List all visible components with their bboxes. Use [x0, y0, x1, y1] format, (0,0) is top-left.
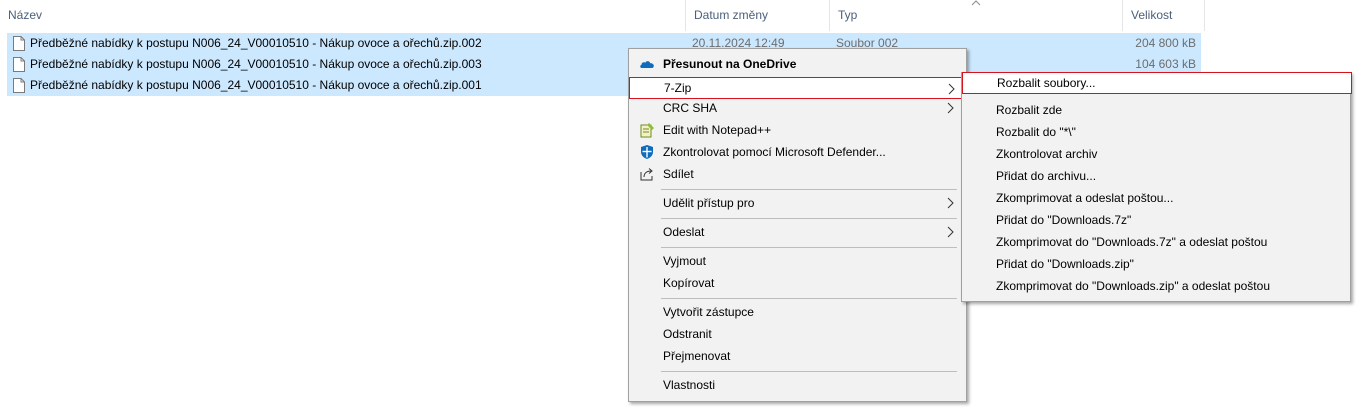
file-icon — [13, 57, 25, 72]
menu-item-label: 7-Zip — [664, 81, 692, 95]
submenu-item-add-zip[interactable]: Přidat do "Downloads.zip" — [964, 253, 1350, 275]
chevron-right-icon — [948, 83, 955, 95]
defender-shield-icon — [641, 145, 653, 159]
menu-separator — [661, 247, 957, 248]
chevron-right-icon — [947, 226, 954, 238]
menu-separator — [661, 218, 957, 219]
menu-item-label: CRC SHA — [663, 101, 718, 115]
file-name: Předběžné nabídky k postupu N006_24_V000… — [30, 57, 482, 71]
menu-item-label: Odeslat — [663, 225, 705, 239]
menu-separator — [661, 189, 957, 190]
menu-item-properties[interactable]: Vlastnosti — [631, 374, 964, 396]
submenu-item-label: Zkomprimovat do "Downloads.7z" a odeslat… — [996, 235, 1268, 249]
column-date-header[interactable]: Datum změny — [686, 0, 830, 31]
submenu-item-label: Zkontrolovat archiv — [996, 147, 1098, 161]
menu-item-rename[interactable]: Přejmenovat — [631, 345, 964, 367]
menu-item-label: Odstranit — [663, 327, 712, 341]
chevron-right-icon — [947, 102, 954, 114]
menu-item-onedrive[interactable]: Přesunout na OneDrive — [631, 53, 964, 75]
submenu-item-label: Přidat do "Downloads.zip" — [996, 257, 1134, 271]
file-icon — [13, 36, 25, 51]
submenu-item-label: Zkomprimovat do "Downloads.zip" a odesla… — [996, 279, 1270, 293]
context-menu: Přesunout na OneDrive 7-Zip CRC SHA Edit… — [628, 48, 967, 402]
column-name-header[interactable]: Název — [0, 0, 686, 31]
submenu-item-add-7z[interactable]: Přidat do "Downloads.7z" — [964, 209, 1350, 231]
menu-item-label: Sdílet — [663, 167, 694, 181]
submenu-item-label: Rozbalit soubory... — [997, 76, 1096, 90]
menu-item-delete[interactable]: Odstranit — [631, 323, 964, 345]
menu-item-7zip[interactable]: 7-Zip — [629, 77, 966, 99]
menu-item-label: Vlastnosti — [663, 378, 716, 392]
submenu-item-test-archive[interactable]: Zkontrolovat archiv — [964, 143, 1350, 165]
file-row[interactable]: Předběžné nabídky k postupu N006_24_V000… — [7, 33, 1201, 54]
menu-separator — [661, 371, 957, 372]
submenu-item-label: Přidat do archivu... — [996, 169, 1097, 183]
submenu-item-label: Rozbalit do "*\" — [996, 125, 1076, 139]
submenu-item-compress-7z-email[interactable]: Zkomprimovat do "Downloads.7z" a odeslat… — [964, 231, 1350, 253]
menu-item-notepad[interactable]: Edit with Notepad++ — [631, 119, 964, 141]
menu-item-label: Přesunout na OneDrive — [663, 57, 797, 71]
file-size: 204 800 kB — [1135, 36, 1196, 50]
submenu-item-compress-email[interactable]: Zkomprimovat a odeslat poštou... — [964, 187, 1350, 209]
submenu-item-add-to-archive[interactable]: Přidat do archivu... — [964, 165, 1350, 187]
menu-item-defender[interactable]: Zkontrolovat pomocí Microsoft Defender..… — [631, 141, 964, 163]
menu-item-label: Udělit přístup pro — [663, 196, 755, 210]
7zip-submenu: Rozbalit soubory... Rozbalit zde Rozbali… — [961, 72, 1352, 302]
menu-item-create-shortcut[interactable]: Vytvořit zástupce — [631, 301, 964, 323]
column-size-header[interactable]: Velikost — [1123, 0, 1205, 31]
share-icon — [640, 168, 653, 181]
notepad-plus-plus-icon — [640, 123, 654, 138]
submenu-item-label: Zkomprimovat a odeslat poštou... — [996, 191, 1174, 205]
menu-item-label: Kopírovat — [663, 276, 715, 290]
menu-item-label: Přejmenovat — [663, 349, 731, 363]
menu-item-label: Vyjmout — [663, 254, 706, 268]
submenu-item-label: Rozbalit zde — [996, 103, 1063, 117]
submenu-item-label: Přidat do "Downloads.7z" — [996, 213, 1132, 227]
menu-item-grant-access[interactable]: Udělit přístup pro — [631, 192, 964, 214]
menu-item-cut[interactable]: Vyjmout — [631, 250, 964, 272]
chevron-right-icon — [947, 197, 954, 209]
file-name: Předběžné nabídky k postupu N006_24_V000… — [30, 36, 482, 50]
submenu-item-extract-to-folder[interactable]: Rozbalit do "*\" — [964, 121, 1350, 143]
submenu-item-extract-files[interactable]: Rozbalit soubory... — [962, 72, 1352, 94]
file-icon — [13, 78, 25, 93]
submenu-item-compress-zip-email[interactable]: Zkomprimovat do "Downloads.zip" a odesla… — [964, 275, 1350, 297]
menu-separator — [661, 298, 957, 299]
menu-item-crc-sha[interactable]: CRC SHA — [631, 97, 964, 119]
menu-item-label: Zkontrolovat pomocí Microsoft Defender..… — [663, 145, 886, 159]
menu-item-send-to[interactable]: Odeslat — [631, 221, 964, 243]
menu-item-label: Vytvořit zástupce — [663, 305, 754, 319]
menu-item-share[interactable]: Sdílet — [631, 163, 964, 185]
submenu-item-extract-here[interactable]: Rozbalit zde — [964, 99, 1350, 121]
sort-up-icon — [971, 0, 981, 6]
menu-item-copy[interactable]: Kopírovat — [631, 272, 964, 294]
file-name: Předběžné nabídky k postupu N006_24_V000… — [30, 78, 482, 92]
column-header: Název Datum změny Typ Velikost — [0, 0, 1361, 31]
onedrive-icon — [640, 61, 654, 68]
menu-item-label: Edit with Notepad++ — [663, 123, 772, 137]
